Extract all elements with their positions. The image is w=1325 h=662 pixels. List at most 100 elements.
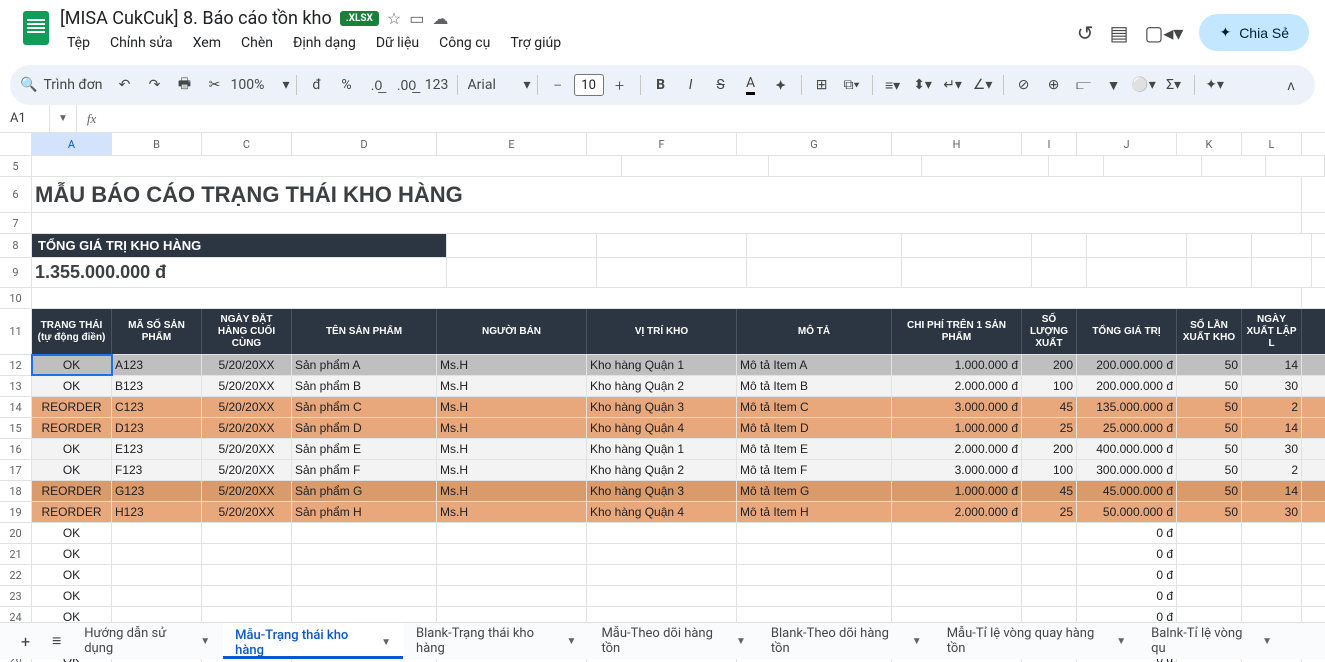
data-cell[interactable]: Ms.H <box>437 376 587 396</box>
data-cell[interactable]: Mô tả Item H <box>737 502 892 522</box>
cell[interactable] <box>1266 156 1325 176</box>
history-icon[interactable]: ↺ <box>1077 21 1094 45</box>
col-header-K[interactable]: K <box>1177 133 1242 155</box>
data-cell[interactable] <box>437 544 587 564</box>
data-cell[interactable]: Ms.H <box>437 502 587 522</box>
menu-tệp[interactable]: Tệp <box>60 31 97 55</box>
data-cell[interactable]: REORDER <box>32 418 112 438</box>
table-header[interactable]: MÃ SỐ SẢN PHẨM <box>112 309 202 354</box>
name-box[interactable]: A1 <box>0 105 50 132</box>
sheet-dropdown-icon[interactable]: ▼ <box>912 636 922 647</box>
data-cell[interactable]: OK <box>32 586 112 606</box>
table-header[interactable]: NGƯỜI BÁN <box>437 309 587 354</box>
cell[interactable] <box>32 213 1302 233</box>
data-cell[interactable]: 45 <box>1022 397 1077 417</box>
undo-icon[interactable]: ↶ <box>111 71 139 99</box>
table-header[interactable]: TÊN SẢN PHẨM <box>292 309 437 354</box>
data-cell[interactable]: 45 <box>1022 481 1077 501</box>
data-cell[interactable]: 100 <box>1022 460 1077 480</box>
all-sheets-icon[interactable]: ≡ <box>41 625 72 657</box>
data-cell[interactable]: REORDER <box>32 481 112 501</box>
data-cell[interactable]: 50 <box>1177 418 1242 438</box>
data-cell[interactable]: Ms.H <box>437 418 587 438</box>
data-cell[interactable] <box>112 544 202 564</box>
data-cell[interactable] <box>292 544 437 564</box>
paint-format-icon[interactable]: ✂ <box>201 71 229 99</box>
sheet-dropdown-icon[interactable]: ▼ <box>1262 636 1272 647</box>
data-cell[interactable]: Sản phẩm B <box>292 376 437 396</box>
col-header-J[interactable]: J <box>1077 133 1177 155</box>
data-cell[interactable]: Kho hàng Quận 3 <box>587 481 737 501</box>
data-cell[interactable]: Kho hàng Quận 1 <box>587 355 737 375</box>
data-cell[interactable]: Sản phẩm A <box>292 355 437 375</box>
data-cell[interactable]: Kho hàng Quận 1 <box>587 439 737 459</box>
data-cell[interactable]: 200 <box>1022 355 1077 375</box>
data-cell[interactable]: 3.000.000 đ <box>892 460 1022 480</box>
meet-icon[interactable]: ▢◂▾ <box>1144 21 1183 45</box>
data-cell[interactable]: Mô tả Item F <box>737 460 892 480</box>
namebox-dropdown-icon[interactable]: ▼ <box>50 105 77 132</box>
table-header[interactable]: TỔNG GIÁ TRỊ <box>1077 309 1177 354</box>
row-header[interactable]: 21 <box>0 544 32 564</box>
data-cell[interactable]: 0 đ <box>1077 523 1177 543</box>
data-cell[interactable] <box>1242 586 1302 606</box>
increase-decimal-icon[interactable]: .00̲ <box>393 71 421 99</box>
data-cell[interactable] <box>202 586 292 606</box>
sheet-dropdown-icon[interactable]: ▼ <box>567 636 577 647</box>
data-cell[interactable]: 300.000.000 đ <box>1077 460 1177 480</box>
strike-icon[interactable]: S <box>707 71 735 99</box>
table-header[interactable]: CHI PHÍ TRÊN 1 SẢN PHẨM <box>892 309 1022 354</box>
data-cell[interactable]: 14 <box>1242 481 1302 501</box>
currency-button[interactable]: đ <box>303 71 331 99</box>
row-header[interactable]: 10 <box>0 288 32 308</box>
data-cell[interactable] <box>292 565 437 585</box>
data-cell[interactable] <box>1242 544 1302 564</box>
data-cell[interactable]: REORDER <box>32 397 112 417</box>
data-cell[interactable]: Kho hàng Quận 3 <box>587 397 737 417</box>
data-cell[interactable]: 5/20/20XX <box>202 397 292 417</box>
cell[interactable] <box>1049 156 1103 176</box>
data-cell[interactable]: 14 <box>1242 418 1302 438</box>
row-header[interactable]: 14 <box>0 397 32 417</box>
data-cell[interactable] <box>437 523 587 543</box>
data-cell[interactable]: 200.000.000 đ <box>1077 355 1177 375</box>
col-header-A[interactable]: A <box>32 133 112 155</box>
font-select[interactable]: Arial▾ <box>464 71 531 99</box>
data-cell[interactable]: 200.000.000 đ <box>1077 376 1177 396</box>
col-header-G[interactable]: G <box>737 133 892 155</box>
print-icon[interactable]: 🖶 <box>171 71 199 99</box>
data-cell[interactable]: H123 <box>112 502 202 522</box>
data-cell[interactable] <box>737 586 892 606</box>
data-cell[interactable]: Sản phẩm H <box>292 502 437 522</box>
chart-icon[interactable]: ⫍ <box>1070 71 1098 99</box>
data-cell[interactable]: Ms.H <box>437 481 587 501</box>
data-cell[interactable]: Kho hàng Quận 4 <box>587 502 737 522</box>
total-label[interactable]: TỔNG GIÁ TRỊ KHO HÀNG <box>32 234 447 257</box>
cell[interactable] <box>769 156 921 176</box>
row-header[interactable]: 22 <box>0 565 32 585</box>
data-cell[interactable] <box>292 523 437 543</box>
data-cell[interactable] <box>587 565 737 585</box>
cell[interactable] <box>747 258 902 287</box>
redo-icon[interactable]: ↷ <box>141 71 169 99</box>
add-sheet-icon[interactable]: + <box>10 625 41 657</box>
data-cell[interactable] <box>292 586 437 606</box>
sheet-tab[interactable]: Hướng dẫn sử dụng▼ <box>72 623 223 659</box>
select-all-corner[interactable] <box>0 133 32 155</box>
comment-icon[interactable]: ▤ <box>1110 21 1129 45</box>
row-header[interactable]: 7 <box>0 213 32 233</box>
sheet-tab[interactable]: Mẫu-Tỉ lệ vòng quay hàng tồn▼ <box>935 623 1139 659</box>
sheet-tab[interactable]: Balnk-Tỉ lệ vòng qu▼ <box>1139 623 1285 659</box>
cell[interactable] <box>1252 234 1312 257</box>
cell[interactable] <box>747 234 902 257</box>
data-cell[interactable]: Ms.H <box>437 397 587 417</box>
row-header[interactable]: 19 <box>0 502 32 522</box>
table-header[interactable]: SỐ LẦN XUẤT KHO <box>1177 309 1242 354</box>
data-cell[interactable]: Sản phẩm G <box>292 481 437 501</box>
data-cell[interactable]: 100 <box>1022 376 1077 396</box>
cloud-icon[interactable]: ☁ <box>432 9 448 28</box>
link-icon[interactable]: ⊘ <box>1010 71 1038 99</box>
data-cell[interactable] <box>737 544 892 564</box>
data-cell[interactable]: 5/20/20XX <box>202 481 292 501</box>
data-cell[interactable]: 5/20/20XX <box>202 502 292 522</box>
